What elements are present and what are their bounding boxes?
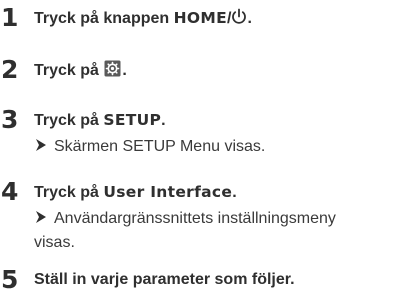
user-interface-key-label: User Interface	[103, 183, 233, 201]
settings-icon	[104, 60, 121, 77]
instruction-text: Tryck på	[34, 112, 104, 129]
result-text: Skärmen SETUP Menu visas.	[54, 138, 266, 155]
result-text-line-2: visas.	[34, 234, 75, 251]
arrow-right-icon	[36, 139, 46, 151]
power-icon	[231, 8, 247, 25]
step-result: Skärmen SETUP Menu visas.	[34, 135, 419, 158]
instruction-text: Tryck på	[34, 62, 104, 79]
step-instruction: Tryck på knappen HOME/.	[34, 8, 252, 29]
period: .	[161, 112, 166, 129]
home-key-label: HOME	[173, 9, 227, 27]
step-number: 2	[1, 55, 19, 84]
step-instruction: Ställ in varje parameter som följer.	[34, 271, 295, 288]
result-text-line-1: Användargränssnittets inställningsmeny	[54, 210, 336, 227]
arrow-right-icon	[36, 211, 46, 223]
period: .	[232, 184, 237, 201]
step-instruction: Tryck på User Interface.	[34, 182, 237, 203]
step-number: 5	[1, 265, 19, 294]
step-instruction: Tryck på .	[34, 60, 127, 81]
setup-key-label: SETUP	[103, 111, 162, 129]
instruction-text: Tryck på knappen	[34, 10, 174, 27]
step-instruction: Tryck på SETUP.	[34, 110, 166, 131]
step-number: 1	[1, 3, 19, 32]
step-number: 4	[1, 177, 19, 206]
step-result: Användargränssnittets inställningsmeny v…	[34, 207, 419, 254]
instruction-text: Tryck på	[34, 184, 104, 201]
period: .	[122, 62, 127, 79]
period: .	[247, 10, 252, 27]
step-number: 3	[1, 105, 19, 134]
